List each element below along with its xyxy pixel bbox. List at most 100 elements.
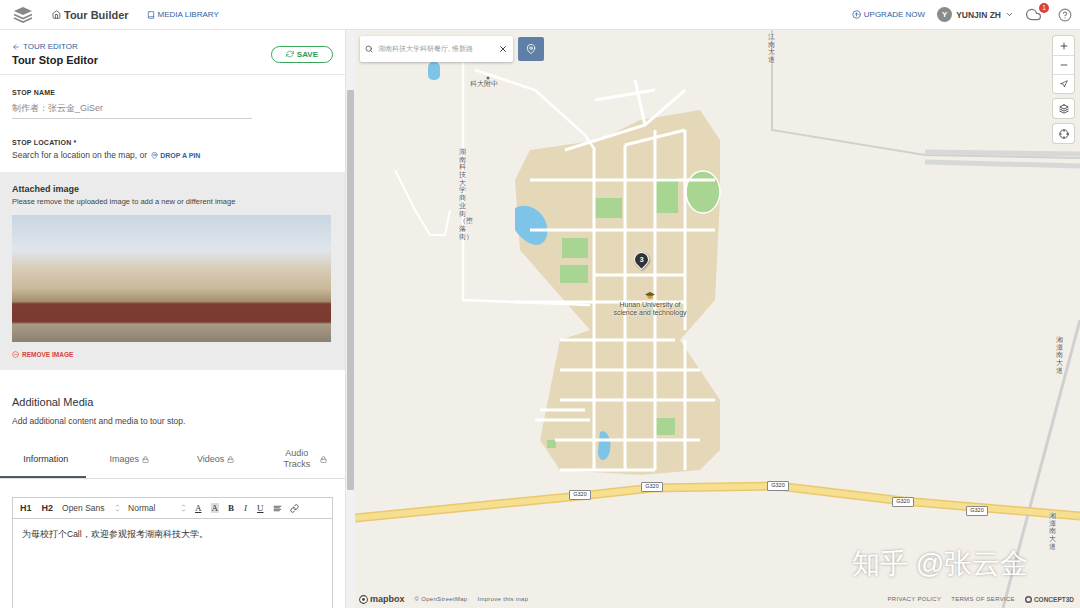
stop-location-hint: Search for a location on the map, orDROP… — [12, 150, 333, 160]
attached-image-title: Attached image — [12, 184, 333, 194]
arrow-left-icon — [12, 43, 20, 51]
app: Tour Builder MEDIA LIBRARY UPGRADE NOW YYUN… — [0, 0, 1080, 608]
upgrade-link[interactable]: UPGRADE NOW — [852, 10, 925, 19]
format-select[interactable]: Normal — [128, 503, 186, 513]
pin-icon — [151, 152, 158, 159]
sync-button[interactable]: 1 — [1026, 7, 1046, 23]
chevron-down-icon — [115, 508, 120, 513]
help-icon[interactable] — [1058, 8, 1072, 22]
save-icon — [286, 50, 294, 58]
align-icon[interactable] — [273, 504, 282, 513]
chevron-down-icon — [181, 508, 186, 513]
search-icon — [365, 45, 373, 53]
highlight-button[interactable]: A — [211, 503, 220, 513]
road-label: 湖南科技大学商业街（堕落街） — [459, 148, 466, 240]
top-nav: Tour Builder MEDIA LIBRARY UPGRADE NOW YYUN… — [0, 0, 1080, 30]
attribution-link[interactable]: © OpenStreetMap — [415, 596, 468, 602]
drop-pin-button[interactable] — [518, 37, 544, 61]
media-library-link[interactable]: MEDIA LIBRARY — [147, 10, 219, 19]
stop-name-label: STOP NAME — [12, 89, 333, 96]
chevron-up-icon — [181, 503, 186, 508]
road-label: 湘潭南大道 — [1056, 336, 1063, 374]
layers-button[interactable] — [1053, 99, 1074, 118]
drop-pin-link[interactable]: DROP A PIN — [151, 152, 200, 159]
locate-button[interactable] — [1053, 124, 1074, 143]
tour-builder-link[interactable]: Tour Builder — [52, 9, 129, 21]
format-select[interactable]: Open Sans — [62, 503, 120, 513]
bold-button[interactable]: B — [227, 503, 235, 513]
editor-header: TOUR EDITOR Tour Stop Editor SAVE — [0, 30, 345, 75]
caret-icon — [1005, 10, 1014, 19]
campus-label: Hunan University of science and technolo… — [610, 301, 690, 317]
mapbox-logo[interactable]: mapbox — [359, 594, 405, 604]
map[interactable]: 科大附中湖南科技大学商业街（堕落街）江南大道湘潭南大道湘潭南大道G320G320… — [355, 30, 1080, 608]
concept3d-logo[interactable]: CONCEPT3D — [1025, 596, 1074, 603]
user-menu[interactable]: YYUNJIN ZH — [937, 7, 1014, 22]
layers-icon — [1059, 104, 1069, 114]
attached-image-hint: Please remove the uploaded image to add … — [12, 197, 333, 206]
heading-button[interactable]: H1 — [19, 503, 33, 513]
zoom-out-button[interactable] — [1053, 55, 1074, 74]
link-icon[interactable] — [290, 504, 299, 513]
color-button[interactable]: A — [194, 503, 203, 513]
road-shield: G320 — [569, 490, 591, 500]
stop-name-input[interactable]: 制作者：张云金_GiSer — [12, 100, 252, 119]
map-search[interactable]: 湖南科技大学科研餐厅, 惟新路 — [360, 36, 513, 62]
back-link[interactable]: TOUR EDITOR — [12, 42, 98, 51]
footer-link[interactable]: PRIVACY POLICY — [888, 596, 942, 602]
attached-image-section: Attached image Please remove the uploaded… — [0, 172, 345, 370]
heading-button[interactable]: H2 — [41, 503, 55, 513]
mapbox-icon — [359, 595, 368, 604]
scrollbar[interactable] — [345, 30, 355, 608]
editor-panel: TOUR EDITOR Tour Stop Editor SAVE STOP NAME… — [0, 30, 345, 608]
concept3d-icon — [1025, 596, 1032, 603]
lock-icon — [320, 456, 327, 463]
lock-icon — [142, 456, 149, 463]
book-icon — [147, 11, 155, 19]
footer-link[interactable]: TERMS OF SERVICE — [951, 596, 1015, 602]
save-button[interactable]: SAVE — [271, 46, 333, 63]
crosshair-icon — [1059, 129, 1069, 139]
road-label: 湘潭南大道 — [1049, 512, 1056, 550]
clear-icon[interactable] — [498, 44, 508, 54]
editor-content[interactable]: 为母校打个Call，欢迎参观报考湖南科技大学。 — [13, 519, 332, 551]
media-tabs: InformationImagesVideosAudio Tracks — [0, 442, 345, 479]
plus-icon — [1059, 41, 1069, 51]
road-shield: G320 — [767, 481, 789, 491]
road-label: 江南大道 — [768, 33, 775, 64]
map-controls — [1053, 36, 1074, 143]
notification-badge: 1 — [1039, 3, 1049, 13]
italic-button[interactable]: I — [243, 503, 248, 513]
media-tab[interactable]: Images — [86, 442, 172, 478]
pin-icon — [526, 44, 536, 54]
editor-title: Tour Stop Editor — [12, 54, 98, 66]
compass-icon — [1060, 80, 1068, 88]
map-canvas[interactable] — [355, 30, 1080, 608]
graduation-cap-icon — [645, 292, 655, 300]
media-tab[interactable]: Videos — [173, 442, 259, 478]
minus-circle-icon — [12, 351, 19, 358]
media-tab[interactable]: Information — [0, 442, 86, 478]
zoom-in-button[interactable] — [1053, 36, 1074, 55]
upgrade-icon — [852, 10, 861, 19]
additional-media-hint: Add additional content and media to tour… — [12, 416, 333, 426]
underline-button[interactable]: U — [256, 503, 265, 513]
road-shield: G320 — [641, 482, 663, 492]
rich-text-editor: H1H2Open SansNormalAABIU为母校打个Call，欢迎参观报考… — [12, 497, 333, 608]
road-shield: G320 — [892, 497, 914, 507]
attribution-link[interactable]: Improve this map — [477, 596, 528, 602]
road-shield: G320 — [966, 506, 988, 516]
additional-media-title: Additional Media — [12, 396, 333, 408]
scroll-thumb[interactable] — [347, 90, 354, 490]
minus-icon — [1059, 60, 1069, 70]
map-attribution: mapbox © OpenStreetMap Improve this map PRI… — [359, 594, 1074, 604]
place-label: 科大附中 — [470, 80, 498, 88]
remove-image-button[interactable]: REMOVE IMAGE — [12, 351, 333, 358]
media-tab[interactable]: Audio Tracks — [259, 442, 345, 478]
logo-icon[interactable] — [12, 5, 34, 25]
avatar: Y — [937, 7, 952, 22]
compass-button[interactable] — [1053, 74, 1074, 93]
lock-icon — [227, 456, 234, 463]
home-icon — [52, 10, 61, 19]
editor-toolbar: H1H2Open SansNormalAABIU — [13, 498, 332, 519]
